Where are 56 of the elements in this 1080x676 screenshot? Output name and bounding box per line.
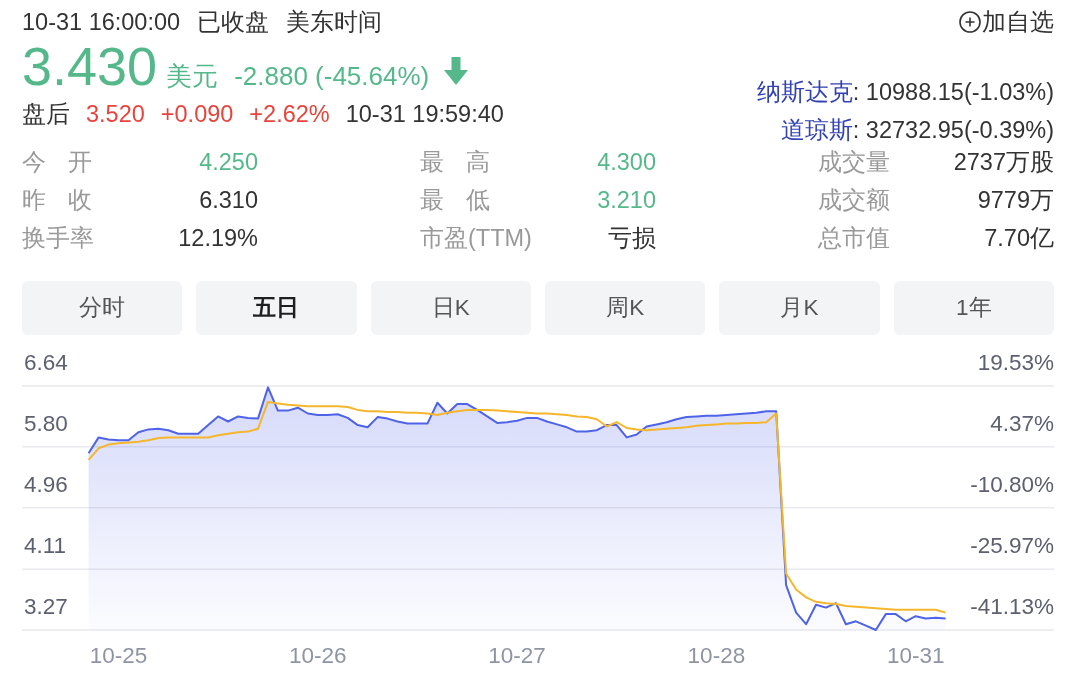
range-tab[interactable]: 日K: [370, 281, 531, 335]
x-axis-label: 10-25: [89, 643, 148, 668]
y-axis-label: 4.11: [24, 533, 67, 559]
stat-value: 4.300: [597, 148, 656, 178]
stat-value: 4.250: [199, 148, 258, 178]
market-status: 已收盘: [197, 8, 270, 37]
x-axis-label: 10-28: [687, 643, 746, 668]
timezone-label: 美东时间: [286, 8, 383, 37]
stat-label: 换手率: [22, 224, 94, 254]
range-tab[interactable]: 月K: [719, 281, 880, 335]
stock-price: 3.430: [22, 38, 158, 94]
range-tab[interactable]: 周K: [545, 281, 706, 335]
stat-label: 最 低: [420, 186, 491, 216]
range-tab[interactable]: 五日: [196, 281, 357, 335]
stat-label: 市盈(TTM): [420, 224, 532, 254]
stat-label: 总市值: [818, 224, 890, 254]
stat-label: 昨 收: [22, 186, 93, 216]
stat-value: 6.310: [199, 186, 258, 216]
stat-label: 成交额: [818, 186, 890, 216]
stat-value: 12.19%: [178, 224, 258, 254]
plus-circle-icon: [959, 11, 981, 33]
stat-label: 最 高: [420, 148, 491, 178]
y-axis-label: 4.96: [24, 471, 68, 497]
stat-value: 3.210: [597, 186, 656, 216]
index-name-link[interactable]: 道琼斯: [780, 117, 853, 143]
range-tab[interactable]: 分时: [22, 281, 183, 335]
percent-axis-label: -41.13%: [970, 594, 1054, 619]
currency-label: 美元: [166, 61, 219, 92]
stat-value: 9779万: [977, 186, 1054, 216]
y-axis-label: 3.27: [24, 594, 68, 619]
add-to-watchlist-button[interactable]: 加自选: [959, 8, 1054, 36]
index-name-link[interactable]: 纳斯达克: [756, 79, 853, 105]
y-axis-label: 6.64: [24, 350, 68, 375]
x-axis-label: 10-27: [488, 643, 546, 668]
index-value: : 10988.15(-1.03%): [852, 79, 1054, 105]
quote-time: 10-31 16:00:00: [22, 8, 181, 37]
range-tab[interactable]: 1年: [893, 281, 1054, 335]
after-hours-label: 盘后: [22, 100, 70, 129]
stat-label: 今 开: [22, 148, 93, 178]
stat-label: 成交量: [818, 148, 890, 178]
stat-value: 亏损: [608, 224, 656, 254]
after-hours-price: 3.520: [86, 100, 145, 129]
y-axis-label: 5.80: [24, 410, 68, 436]
after-hours-change-percent: +2.62%: [249, 100, 330, 129]
percent-axis-label: 4.37%: [990, 410, 1054, 436]
x-axis-label: 10-31: [886, 643, 945, 668]
percent-axis-label: -10.80%: [970, 471, 1054, 497]
x-axis-label: 10-26: [289, 643, 347, 668]
stat-value: 7.70亿: [984, 224, 1054, 254]
percent-axis-label: 19.53%: [977, 350, 1054, 375]
stat-value: 2737万股: [953, 148, 1054, 178]
price-change: -2.880 (-45.64%): [234, 60, 430, 93]
after-hours-time: 10-31 19:59:40: [345, 100, 504, 129]
index-value: : 32732.95(-0.39%): [852, 117, 1054, 143]
after-hours-change: +0.090: [160, 100, 234, 129]
percent-axis-label: -25.97%: [970, 533, 1054, 559]
